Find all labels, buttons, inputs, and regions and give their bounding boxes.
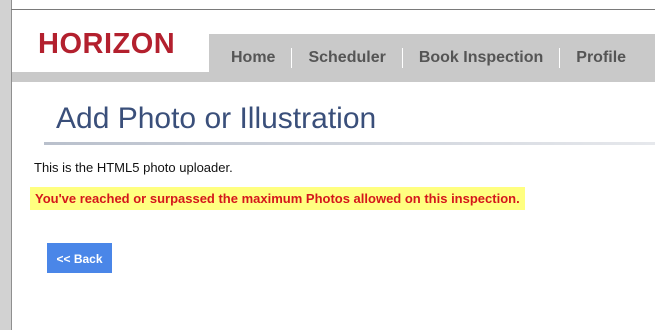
left-border: [0, 0, 12, 330]
back-button[interactable]: << Back: [47, 243, 112, 273]
nav-item-profile[interactable]: Profile: [560, 48, 642, 68]
main-content: Add Photo or Illustration This is the HT…: [12, 82, 655, 330]
header-band: [12, 72, 655, 82]
nav-item-book-inspection[interactable]: Book Inspection: [403, 48, 561, 68]
page-frame: HORIZON Home Scheduler Book Inspection P…: [0, 0, 655, 330]
nav-item-scheduler[interactable]: Scheduler: [292, 48, 403, 68]
horizon-logo[interactable]: HORIZON: [38, 28, 175, 61]
max-photos-warning: You've reached or surpassed the maximum …: [30, 187, 525, 210]
nav-item-home[interactable]: Home: [209, 48, 293, 68]
page-title: Add Photo or Illustration: [56, 102, 377, 135]
uploader-intro-text: This is the HTML5 photo uploader.: [34, 160, 233, 175]
title-divider: [44, 142, 655, 145]
